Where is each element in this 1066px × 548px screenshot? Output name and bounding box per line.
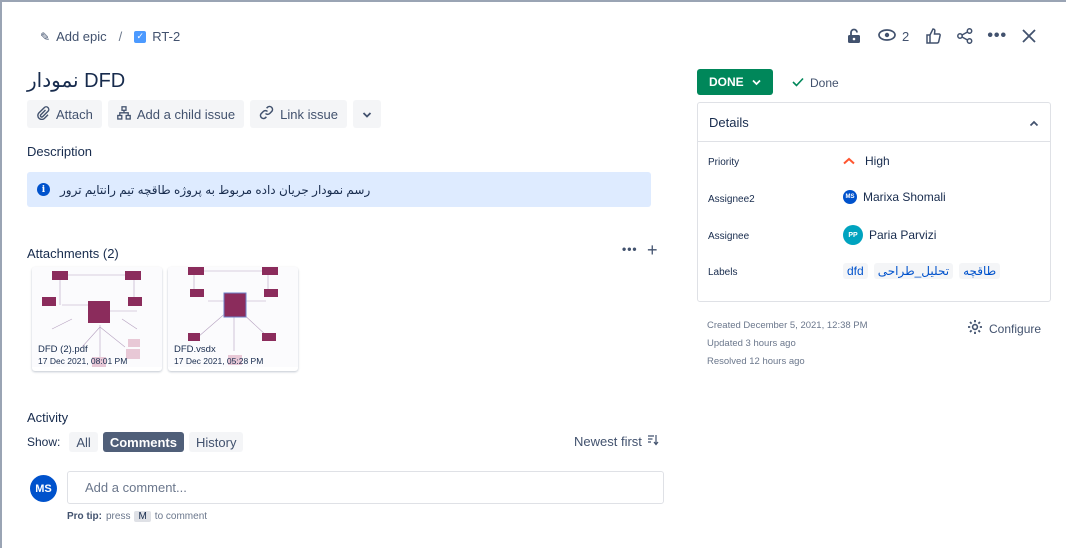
details-panel: Details Priority High Assignee2 MS Marix… — [697, 102, 1051, 302]
chevron-down-icon — [362, 107, 372, 122]
created-date: Created December 5, 2021, 12:38 PM — [707, 320, 868, 331]
resolution: Done — [792, 76, 839, 90]
top-actions: 2 ••• — [838, 20, 1045, 52]
thumbs-up-icon[interactable] — [917, 20, 949, 52]
comment-input[interactable]: Add a comment... — [67, 471, 664, 504]
label-chip[interactable]: طاقچه — [959, 263, 1001, 279]
resolution-label: Done — [810, 76, 839, 90]
attachment-thumbnail: DFD (2).pdf 17 Dec 2021, 08:01 PM — [32, 267, 162, 367]
more-icon[interactable]: ••• — [981, 20, 1013, 52]
assignee2-label: Assignee2 — [708, 194, 755, 205]
link-issue-label: Link issue — [280, 106, 338, 122]
priority-label: Priority — [708, 157, 740, 168]
description-panel[interactable]: i رسم نمودار جریان داده مربوط به پروژه ط… — [27, 172, 651, 207]
attachment-card[interactable]: DFD (2).pdf 17 Dec 2021, 08:01 PM — [32, 267, 162, 371]
description-text: رسم نمودار جریان داده مربوط به پروژه طاق… — [60, 182, 371, 197]
filter-all[interactable]: All — [69, 432, 98, 452]
assignee2-value: Marixa Shomali — [863, 190, 946, 204]
info-icon: i — [37, 183, 50, 196]
comment-placeholder: Add a comment... — [85, 480, 187, 495]
details-title: Details — [709, 114, 749, 130]
pro-tip-key: M — [134, 511, 151, 522]
attachment-filename: DFD.vsdx — [174, 344, 216, 355]
issue-title[interactable]: نمودار DFD — [27, 68, 125, 93]
close-icon[interactable] — [1013, 20, 1045, 52]
label-chip[interactable]: dfd — [843, 263, 868, 279]
updated-date: Updated 3 hours ago — [707, 338, 796, 349]
priority-high-icon — [843, 157, 859, 165]
pro-tip-press: press — [106, 511, 131, 522]
pro-tip-label: Pro tip: — [67, 511, 102, 522]
issue-key-link[interactable]: RT-2 — [152, 29, 180, 44]
resolved-date: Resolved 12 hours ago — [707, 356, 805, 367]
issue-view: ✎ Add epic / ✓ RT-2 2 ••• نمودار DFD Att… — [0, 0, 1066, 548]
watch-count: 2 — [902, 28, 910, 44]
description-label: Description — [27, 144, 93, 159]
attachment-thumbnail: DFD.vsdx 17 Dec 2021, 05:28 PM — [168, 267, 298, 367]
avatar: MS — [843, 190, 857, 204]
link-issue-button[interactable]: Link issue — [250, 100, 347, 128]
attachment-card[interactable]: DFD.vsdx 17 Dec 2021, 05:28 PM — [168, 267, 298, 371]
pencil-icon: ✎ — [40, 29, 51, 44]
status-transition-button[interactable]: DONE — [697, 69, 773, 95]
eye-icon — [878, 28, 896, 44]
assignee-label: Assignee — [708, 231, 750, 242]
paperclip-icon — [36, 105, 50, 123]
unlock-icon[interactable] — [838, 20, 870, 52]
pro-tip: Pro tip: press M to comment — [67, 511, 207, 522]
filter-comments[interactable]: Comments — [102, 432, 184, 452]
filter-history[interactable]: History — [189, 432, 244, 452]
check-icon — [792, 76, 804, 90]
breadcrumb: ✎ Add epic / ✓ RT-2 — [40, 29, 180, 44]
share-icon[interactable] — [949, 20, 981, 52]
attachments-label: Attachments (2) — [27, 246, 119, 261]
labels-field[interactable]: dfd تحلیل_طراحی طاقچه — [843, 263, 1006, 279]
attachment-filename: DFD (2).pdf — [38, 344, 88, 355]
sort-label: Newest first — [574, 434, 642, 449]
priority-value: High — [865, 154, 890, 168]
add-epic-link[interactable]: Add epic — [56, 29, 107, 44]
pro-tip-suffix: to comment — [154, 511, 208, 522]
sort-descending-icon — [647, 434, 659, 449]
add-attachment-icon[interactable]: + — [647, 240, 658, 261]
watch-button[interactable]: 2 — [870, 29, 917, 44]
gear-icon — [967, 319, 983, 338]
configure-label: Configure — [989, 321, 1042, 336]
issue-toolbar: Attach Add a child issue Link issue — [27, 100, 381, 128]
chevron-up-icon — [1029, 115, 1039, 130]
assignee-field[interactable]: PP Paria Parvizi — [843, 225, 936, 245]
sort-toggle[interactable]: Newest first — [574, 434, 659, 449]
attach-label: Attach — [56, 106, 93, 122]
details-header[interactable]: Details — [698, 103, 1050, 142]
avatar: MS — [30, 475, 57, 502]
activity-filters: Show: All Comments History — [27, 432, 244, 452]
attachment-date: 17 Dec 2021, 05:28 PM — [174, 356, 264, 366]
breadcrumb-separator: / — [118, 29, 123, 44]
labels-label: Labels — [708, 267, 738, 278]
status-label: DONE — [709, 75, 744, 89]
activity-label: Activity — [27, 410, 69, 425]
priority-field[interactable]: High — [843, 154, 890, 168]
attachments-more-icon[interactable]: ••• — [622, 242, 638, 256]
assignee-value: Paria Parvizi — [869, 228, 937, 242]
avatar: PP — [843, 225, 863, 245]
chevron-down-icon — [752, 75, 761, 89]
label-chip[interactable]: تحلیل_طراحی — [873, 263, 954, 279]
assignee2-field[interactable]: MS Marixa Shomali — [843, 190, 946, 204]
more-actions-dropdown[interactable] — [352, 100, 381, 128]
hierarchy-icon — [117, 105, 131, 123]
configure-button[interactable]: Configure — [967, 319, 1041, 338]
add-child-issue-button[interactable]: Add a child issue — [107, 100, 245, 128]
task-checkbox-icon: ✓ — [134, 30, 147, 43]
attachment-date: 17 Dec 2021, 08:01 PM — [38, 356, 128, 366]
add-child-label: Add a child issue — [136, 106, 236, 122]
show-label: Show: — [27, 435, 61, 449]
link-icon — [259, 105, 274, 123]
attach-button[interactable]: Attach — [27, 100, 102, 128]
